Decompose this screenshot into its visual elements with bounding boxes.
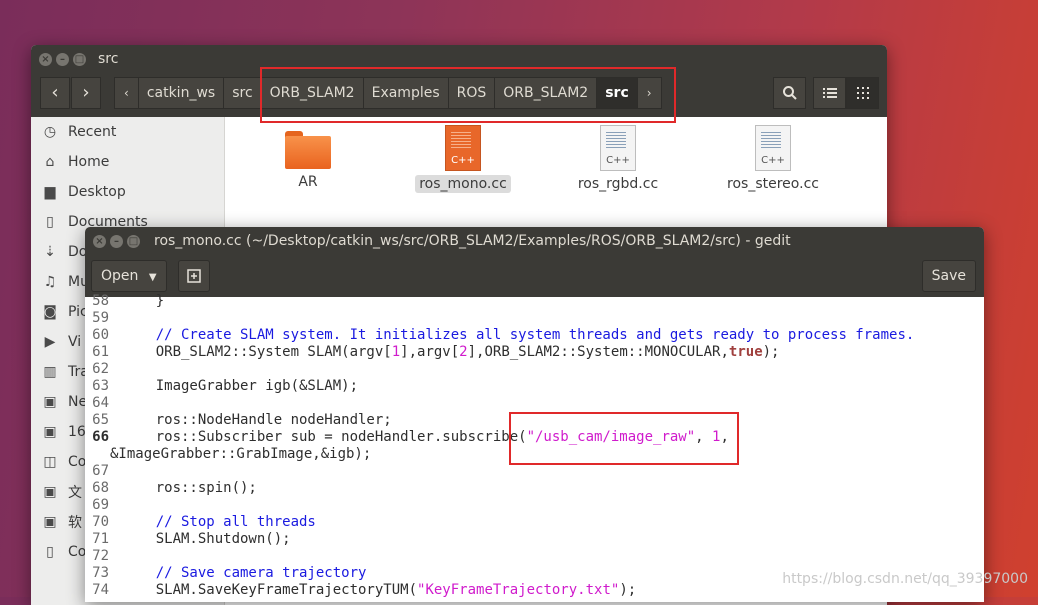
sidebar-label: Desktop [68,184,126,200]
sidebar-item-home[interactable]: ⌂ Home [31,147,224,177]
sidebar-label: Recent [68,124,117,140]
code-line: 70 // Stop all threads [92,514,316,530]
highlight-box-breadcrumb [260,67,676,123]
code-line: 59 [92,310,109,326]
code-line: 64 [92,395,109,411]
sidebar-label: Co [68,454,87,470]
code-line: 58 } [92,293,165,309]
sidebar-label: 文 [68,485,82,501]
breadcrumb-catkin-ws[interactable]: catkin_ws [139,78,225,108]
sidebar-label: 软 [68,515,82,531]
code-line: 62 [92,361,109,377]
breadcrumb-src-1[interactable]: src [224,78,262,108]
open-button[interactable]: Open ▼ [91,260,167,292]
home-icon: ⌂ [45,154,55,170]
gedit-window-title: ros_mono.cc (~/Desktop/catkin_ws/src/ORB… [154,233,791,249]
code-line: 68 ros::spin(); [92,480,257,496]
cpp-file-icon: C++ [445,125,481,171]
file-item-ros-rgbd[interactable]: C++ ros_rgbd.cc [558,125,678,193]
folder-icon [285,131,331,169]
code-line: 60 // Create SLAM system. It initializes… [92,327,915,343]
minimize-window-button[interactable]: – [56,52,69,66]
clock-icon: ◷ [43,124,57,140]
file-item-ros-mono[interactable]: C++ ros_mono.cc [403,125,523,193]
sidebar-label: 16 [68,424,86,440]
new-document-button[interactable] [178,260,210,292]
sidebar-label: Vi [68,334,82,350]
minimize-window-button[interactable]: – [110,234,123,248]
drive-icon: ▣ [43,424,57,440]
breadcrumb-scroll-left[interactable]: ‹ [115,78,139,108]
cpp-file-icon: C++ [755,125,791,171]
close-window-button[interactable]: × [39,52,52,66]
maximize-window-button[interactable]: □ [73,52,86,66]
code-line: 72 [92,548,109,564]
fm-window-title: src [98,51,119,67]
open-label: Open [101,268,139,284]
code-line: 63 ImageGrabber igb(&SLAM); [92,378,359,394]
file-label: AR [298,174,318,190]
computer-icon: ▯ [46,544,54,560]
back-button[interactable]: ‹ [40,77,70,109]
sidebar-label: Home [68,154,110,170]
sidebar-label: Co [68,544,87,560]
network-icon: ▣ [43,394,57,410]
folder-icon: ▆ [44,184,56,200]
list-view-icon[interactable] [813,77,846,109]
music-icon: ♫ [43,274,57,290]
forward-button[interactable]: › [71,77,101,109]
file-item-ar[interactable]: AR [248,125,368,191]
trash-icon: ▥ [43,364,57,380]
gedit-toolbar: Open ▼ Save [85,255,984,297]
drive-icon: ▣ [43,484,57,500]
new-tab-icon [187,269,201,283]
code-line: 67 [92,463,109,479]
download-icon: ⇣ [44,244,56,260]
file-item-ros-stereo[interactable]: C++ ros_stereo.cc [713,125,833,193]
sidebar-item-desktop[interactable]: ▆ Desktop [31,177,224,207]
chevron-down-icon: ▼ [148,272,157,283]
highlight-box-topic [509,412,739,465]
code-line: 61 ORB_SLAM2::System SLAM(argv[1],argv[2… [92,344,780,360]
cpp-file-icon: C++ [600,125,636,171]
drive-icon: ◫ [43,454,57,470]
watermark-text: https://blog.csdn.net/qq_39397000 [782,571,1028,587]
search-icon[interactable] [773,77,806,109]
grid-view-icon[interactable] [846,77,879,109]
video-icon: ▶ [44,334,56,350]
code-line: 71 SLAM.Shutdown(); [92,531,291,547]
code-line: 69 [92,497,109,513]
drive-icon: ▣ [43,514,57,530]
maximize-window-button[interactable]: □ [127,234,140,248]
camera-icon: ◙ [43,304,57,320]
document-icon: ▯ [46,214,54,230]
file-label: ros_stereo.cc [727,176,819,192]
save-button[interactable]: Save [921,260,976,292]
file-label: ros_rgbd.cc [577,176,659,192]
file-label: ros_mono.cc [415,175,511,193]
gedit-titlebar: × – □ ros_mono.cc (~/Desktop/catkin_ws/s… [85,227,984,255]
close-window-button[interactable]: × [93,234,106,248]
sidebar-item-recent[interactable]: ◷ Recent [31,117,224,147]
